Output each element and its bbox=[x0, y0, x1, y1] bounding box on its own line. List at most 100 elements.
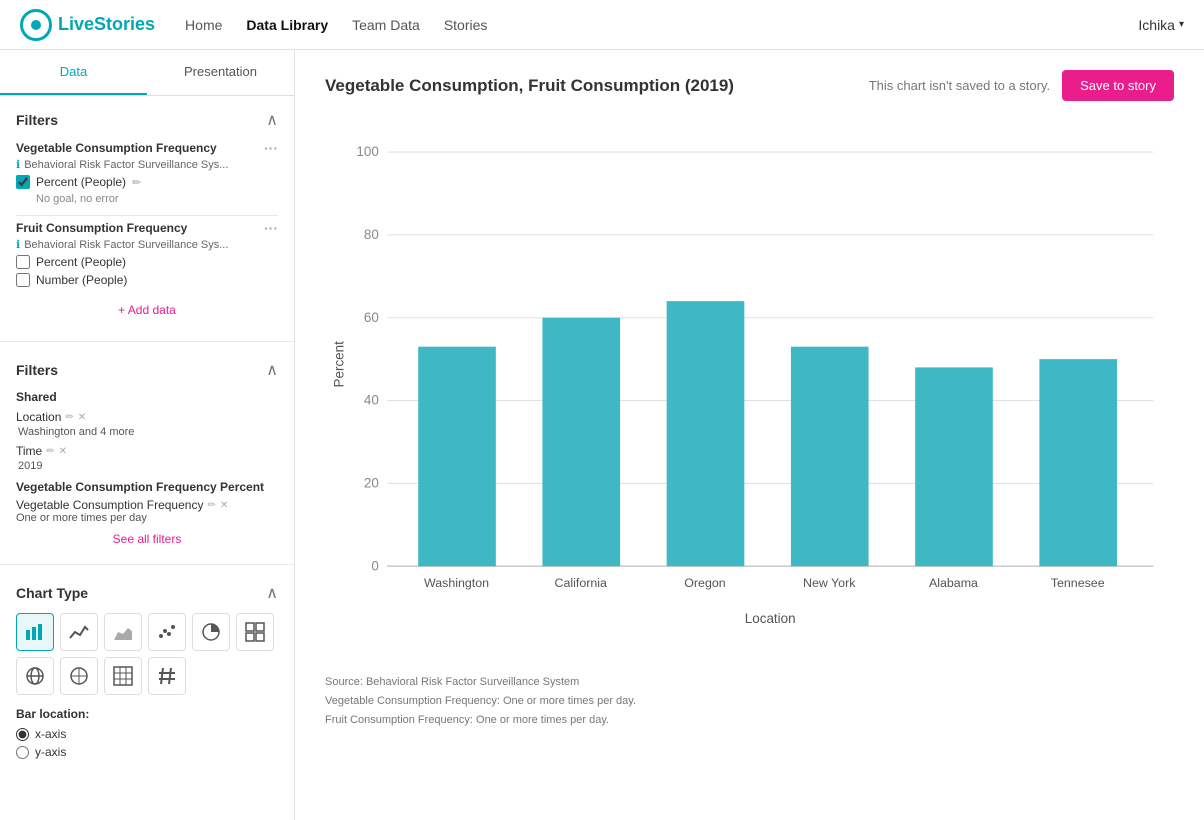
fruit-percent-checkbox[interactable] bbox=[16, 255, 30, 269]
veg-freq-section: Vegetable Consumption Frequency Percent … bbox=[16, 480, 278, 524]
add-data-button[interactable]: + Add data bbox=[16, 297, 278, 323]
veg-hint: No goal, no error bbox=[36, 193, 278, 205]
svg-text:0: 0 bbox=[371, 558, 378, 573]
svg-text:Washington: Washington bbox=[424, 576, 489, 590]
bar-alabama bbox=[915, 367, 993, 566]
veg-filter-item: Vegetable Consumption Frequency ··· ℹ Be… bbox=[16, 140, 278, 205]
chart-type-section: Chart Type ∧ bbox=[0, 569, 294, 777]
y-axis-label: Percent bbox=[332, 341, 347, 388]
sidebar-tabs: Data Presentation bbox=[0, 50, 294, 96]
globe-icon[interactable] bbox=[60, 657, 98, 695]
line-chart-icon[interactable] bbox=[60, 613, 98, 651]
nav-home[interactable]: Home bbox=[185, 17, 222, 33]
filters-header: Filters ∧ bbox=[16, 110, 278, 130]
nav-team-data[interactable]: Team Data bbox=[352, 17, 420, 33]
chart-type-icons bbox=[16, 613, 278, 695]
svg-text:California: California bbox=[555, 576, 608, 590]
svg-text:Alabama: Alabama bbox=[929, 576, 978, 590]
chart-type-collapse-icon[interactable]: ∧ bbox=[266, 583, 278, 603]
fruit-filter-menu[interactable]: ··· bbox=[264, 220, 278, 236]
veg-filter-menu[interactable]: ··· bbox=[264, 140, 278, 156]
location-edit-icon[interactable]: ✏ bbox=[65, 412, 73, 423]
x-axis-radio[interactable] bbox=[16, 728, 29, 741]
time-edit-icon[interactable]: ✏ bbox=[46, 446, 54, 457]
bar-chart-svg: 100 80 60 40 20 0 bbox=[325, 121, 1174, 659]
chart-container: 100 80 60 40 20 0 bbox=[325, 121, 1174, 659]
shared-filters-section: Filters ∧ Shared Location ✏ ✕ Washington… bbox=[0, 346, 294, 560]
x-axis-option[interactable]: x-axis bbox=[16, 727, 278, 741]
veg-edit-icon[interactable]: ✏ bbox=[132, 176, 141, 189]
location-remove-icon[interactable]: ✕ bbox=[78, 412, 86, 423]
bar-tennesee bbox=[1039, 359, 1117, 566]
svg-text:80: 80 bbox=[364, 227, 379, 242]
table-icon[interactable] bbox=[104, 657, 142, 695]
svg-text:Tennesee: Tennesee bbox=[1051, 576, 1105, 590]
veg-percent-checkbox-row[interactable]: Percent (People) ✏ bbox=[16, 175, 278, 189]
logo-text: LiveStories bbox=[58, 14, 155, 35]
tab-presentation[interactable]: Presentation bbox=[147, 50, 294, 95]
fruit-percent-checkbox-row[interactable]: Percent (People) bbox=[16, 255, 278, 269]
fruit-filter-source: ℹ Behavioral Risk Factor Surveillance Sy… bbox=[16, 238, 278, 251]
bar-chart-icon[interactable] bbox=[16, 613, 54, 651]
veg-freq-value: One or more times per day bbox=[16, 512, 278, 524]
filters-collapse-icon[interactable]: ∧ bbox=[266, 110, 278, 130]
chart-status-area: This chart isn't saved to a story. Save … bbox=[869, 70, 1174, 101]
grid-chart-icon[interactable] bbox=[236, 613, 274, 651]
logo-icon bbox=[20, 9, 52, 41]
bar-washington bbox=[418, 347, 496, 566]
location-value: Washington and 4 more bbox=[18, 426, 278, 438]
y-axis-radio[interactable] bbox=[16, 746, 29, 759]
bar-location-label: Bar location: bbox=[16, 707, 278, 721]
area-chart-icon[interactable] bbox=[104, 613, 142, 651]
bar-oregon bbox=[667, 301, 745, 566]
fruit-number-checkbox-row[interactable]: Number (People) bbox=[16, 273, 278, 287]
shared-filters-title: Filters bbox=[16, 362, 58, 378]
svg-text:60: 60 bbox=[364, 310, 379, 325]
chart-title: Vegetable Consumption, Fruit Consumption… bbox=[325, 76, 734, 96]
main-layout: Data Presentation Filters ∧ Vegetable Co… bbox=[0, 50, 1204, 820]
x-axis-label: Location bbox=[745, 611, 796, 626]
veg-info-icon: ℹ bbox=[16, 158, 20, 171]
content-area: Vegetable Consumption, Fruit Consumption… bbox=[295, 50, 1204, 820]
nav-links: Home Data Library Team Data Stories bbox=[185, 17, 1138, 33]
veg-filter-source: ℹ Behavioral Risk Factor Surveillance Sy… bbox=[16, 158, 278, 171]
sidebar: Data Presentation Filters ∧ Vegetable Co… bbox=[0, 50, 295, 820]
y-axis-option[interactable]: y-axis bbox=[16, 745, 278, 759]
fruit-filter-name: Fruit Consumption Frequency ··· bbox=[16, 220, 278, 236]
chart-type-header: Chart Type ∧ bbox=[16, 583, 278, 603]
filters-section: Filters ∧ Vegetable Consumption Frequenc… bbox=[0, 96, 294, 337]
time-filter-tag: Time ✏ ✕ bbox=[16, 444, 278, 458]
pie-chart-icon[interactable] bbox=[192, 613, 230, 651]
bar-california bbox=[542, 318, 620, 566]
veg-freq-edit-icon[interactable]: ✏ bbox=[207, 500, 215, 511]
map-icon[interactable] bbox=[16, 657, 54, 695]
shared-filters-collapse-icon[interactable]: ∧ bbox=[266, 360, 278, 380]
nav-data-library[interactable]: Data Library bbox=[246, 17, 328, 33]
veg-freq-sub: Vegetable Consumption Frequency ✏ ✕ bbox=[16, 498, 278, 512]
navbar: LiveStories Home Data Library Team Data … bbox=[0, 0, 1204, 50]
tab-data[interactable]: Data bbox=[0, 50, 147, 95]
save-to-story-button[interactable]: Save to story bbox=[1062, 70, 1174, 101]
user-menu[interactable]: Ichika ▾ bbox=[1138, 17, 1184, 33]
svg-text:Oregon: Oregon bbox=[684, 576, 725, 590]
veg-percent-checkbox[interactable] bbox=[16, 175, 30, 189]
fruit-number-checkbox[interactable] bbox=[16, 273, 30, 287]
time-value: 2019 bbox=[18, 460, 278, 472]
fruit-filter-item: Fruit Consumption Frequency ··· ℹ Behavi… bbox=[16, 220, 278, 287]
logo: LiveStories bbox=[20, 9, 155, 41]
hash-icon[interactable] bbox=[148, 657, 186, 695]
chart-status-text: This chart isn't saved to a story. bbox=[869, 78, 1050, 93]
svg-text:100: 100 bbox=[356, 144, 378, 159]
fruit-info-icon: ℹ bbox=[16, 238, 20, 251]
scatter-chart-icon[interactable] bbox=[148, 613, 186, 651]
user-name: Ichika bbox=[1138, 17, 1175, 33]
svg-text:40: 40 bbox=[364, 393, 379, 408]
shared-filters-header: Filters ∧ bbox=[16, 360, 278, 380]
veg-freq-remove-icon[interactable]: ✕ bbox=[220, 500, 228, 511]
svg-text:20: 20 bbox=[364, 476, 379, 491]
time-remove-icon[interactable]: ✕ bbox=[59, 446, 67, 457]
see-all-filters[interactable]: See all filters bbox=[16, 532, 278, 546]
nav-stories[interactable]: Stories bbox=[444, 17, 488, 33]
user-caret-icon: ▾ bbox=[1179, 19, 1184, 30]
chart-source: Source: Behavioral Risk Factor Surveilla… bbox=[325, 673, 1174, 729]
